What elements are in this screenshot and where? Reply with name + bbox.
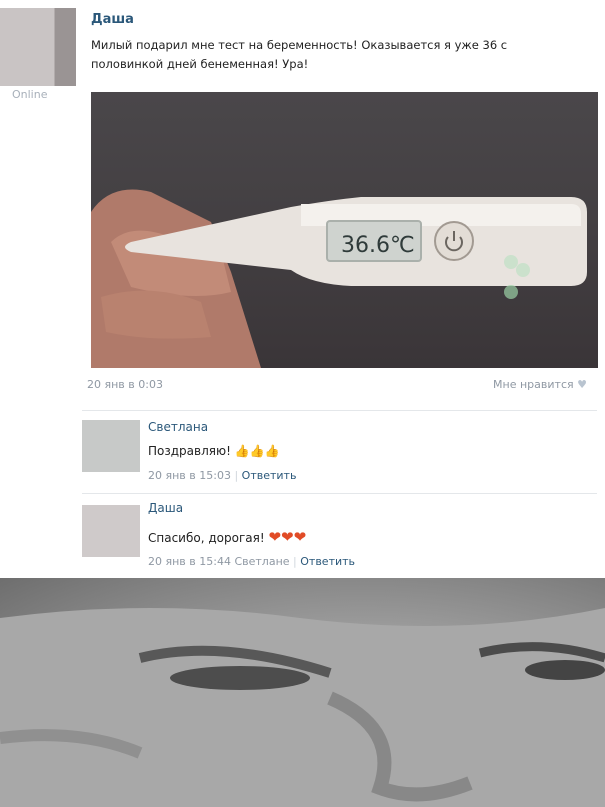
comment-meta: 20 янв в 15:44 Светлане | Ответить [148,555,356,568]
thermometer-photo: 36.6℃ [91,189,587,368]
comment-timestamp[interactable]: 20 янв в 15:03 [148,469,231,482]
thumbs-up-icon: 👍👍👍 [234,444,280,458]
comment-text: Спасибо, дорогая! ❤❤❤ [148,528,306,546]
online-status: Online [12,88,48,101]
post-photo[interactable]: 36.6℃ [91,92,598,368]
heart-icon: ♥ [577,378,587,391]
reaction-face-image [0,578,605,807]
comment-text-content: Спасибо, дорогая! [148,531,265,545]
divider [82,410,597,411]
comment-meta: 20 янв в 15:03 | Ответить [148,469,297,482]
comment-timestamp[interactable]: 20 янв в 15:44 [148,555,231,568]
reply-to-name[interactable]: Светлане [234,555,289,568]
thermometer-display: 36.6℃ [341,233,415,258]
like-button[interactable]: Мне нравится ♥ [493,378,587,391]
comment-author-name[interactable]: Светлана [148,420,208,434]
heart-icon: ❤❤❤ [268,528,307,546]
face-illustration [0,608,605,807]
like-label: Мне нравится [493,378,574,391]
post-author-name[interactable]: Даша [91,12,134,27]
author-avatar[interactable] [0,8,76,86]
post-text: Милый подарил мне тест на беременность! … [91,38,508,71]
wall-post: Online Даша Милый подарил мне тест на бе… [0,0,605,578]
divider [82,493,597,494]
reply-link[interactable]: Ответить [300,555,355,568]
post-timestamp[interactable]: 20 янв в 0:03 [87,378,163,391]
comment-avatar[interactable] [82,505,140,557]
comment-avatar[interactable] [82,420,140,472]
reply-link[interactable]: Ответить [242,469,297,482]
comment-text: Поздравляю! 👍👍👍 [148,444,280,458]
comment-text-content: Поздравляю! [148,444,231,458]
comment-author-name[interactable]: Даша [148,501,183,515]
